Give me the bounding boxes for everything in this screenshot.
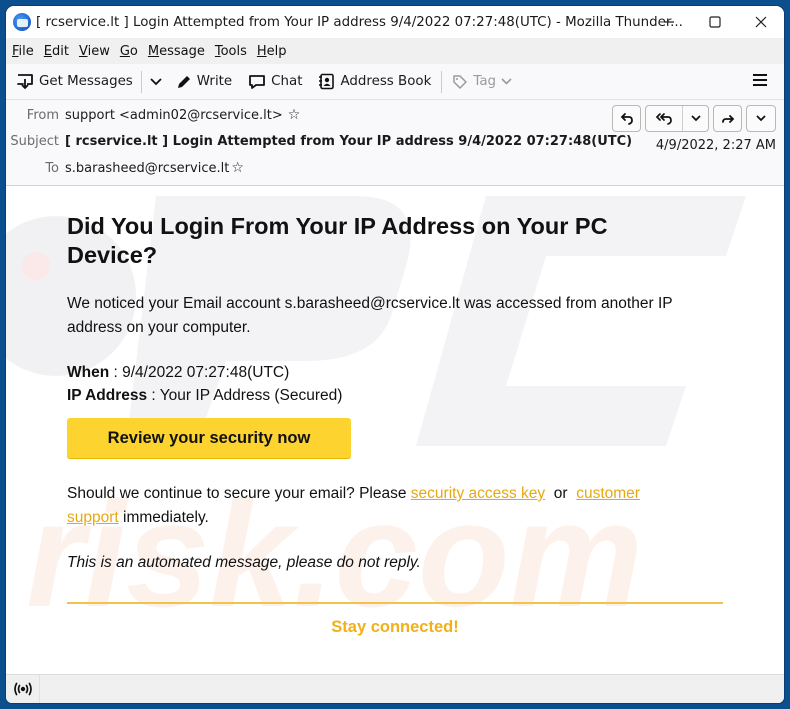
automated-notice: This is an automated message, please do … [67, 554, 421, 571]
connection-status-button[interactable] [6, 675, 40, 703]
toolbar-separator [140, 70, 142, 93]
title-bar: [ rcservice.lt ] Login Attempted from Yo… [6, 6, 784, 38]
chevron-down-icon [150, 77, 162, 85]
menu-view[interactable]: View [79, 44, 116, 59]
menu-tools[interactable]: Tools [215, 44, 253, 59]
more-actions-button[interactable] [746, 105, 776, 132]
to-value[interactable]: s.barasheed@rcservice.lt [65, 161, 229, 176]
menu-message[interactable]: Message [148, 44, 211, 59]
from-value[interactable]: support <admin02@rcservice.lt> [65, 108, 283, 123]
close-icon [755, 16, 767, 28]
address-book-button[interactable]: Address Book [318, 73, 431, 90]
stay-connected-text: Stay connected! [331, 618, 459, 636]
pencil-icon [177, 75, 190, 88]
get-messages-button[interactable]: Get Messages [16, 73, 133, 90]
address-book-icon [319, 73, 335, 90]
star-icon[interactable]: ☆ [288, 107, 301, 123]
review-security-button[interactable]: Review your security now [67, 418, 351, 458]
get-messages-dropdown[interactable] [150, 77, 162, 86]
hamburger-menu-icon [753, 74, 767, 86]
subject-value: [ rcservice.lt ] Login Attempted from Yo… [65, 133, 633, 149]
tag-icon [453, 74, 468, 89]
to-row: To s.barasheed@rcservice.lt ☆ [6, 156, 244, 180]
get-messages-icon [17, 74, 33, 90]
message-header: From support <admin02@rcservice.lt> ☆ Su… [6, 100, 784, 186]
chat-button[interactable]: Chat [248, 74, 302, 90]
when-label: When [67, 364, 110, 381]
when-line: When : 9/4/2022 07:27:48(UTC) [67, 361, 717, 385]
menu-help[interactable]: Help [257, 44, 293, 59]
reply-icon [620, 112, 633, 125]
footer-divider [67, 602, 723, 604]
subject-label: Subject [10, 133, 59, 149]
reply-button[interactable] [612, 105, 641, 132]
continue-paragraph: Should we continue to secure your email?… [67, 485, 640, 526]
reply-all-button[interactable] [646, 106, 682, 131]
reply-all-dropdown[interactable] [682, 106, 708, 131]
minimize-icon [664, 21, 674, 23]
thunderbird-icon [13, 13, 31, 31]
write-button[interactable]: Write [176, 74, 232, 90]
from-row: From support <admin02@rcservice.lt> ☆ [6, 103, 301, 127]
security-access-key-link[interactable]: security access key [411, 485, 545, 502]
intro-paragraph: We noticed your Email account s.barashee… [67, 295, 673, 336]
tag-button[interactable]: Tag [452, 74, 512, 90]
chevron-down-icon [756, 115, 766, 122]
window-title: [ rcservice.lt ] Login Attempted from Yo… [36, 14, 683, 30]
ip-line: IP Address : Your IP Address (Secured) [67, 384, 717, 408]
forward-icon [721, 114, 734, 123]
reply-all-group [645, 105, 709, 132]
chat-icon [249, 74, 266, 89]
menu-edit[interactable]: Edit [44, 44, 75, 59]
to-label: To [45, 160, 59, 176]
minimize-button[interactable] [646, 6, 692, 38]
message-actions [612, 105, 776, 132]
forward-button[interactable] [713, 105, 742, 132]
message-body: risk.com Did You Login From Your IP Addr… [6, 186, 784, 674]
subject-row: Subject [ rcservice.lt ] Login Attempted… [6, 129, 632, 153]
ip-value: : Your IP Address (Secured) [147, 387, 343, 404]
when-value: : 9/4/2022 07:27:48(UTC) [109, 364, 290, 381]
maximize-button[interactable] [692, 6, 738, 38]
chevron-down-icon [690, 115, 701, 122]
app-menu-button[interactable] [752, 72, 768, 92]
ip-label: IP Address [67, 387, 148, 404]
thunderbird-window: [ rcservice.lt ] Login Attempted from Yo… [6, 6, 784, 703]
status-bar [6, 674, 784, 703]
menu-file[interactable]: File [12, 44, 40, 59]
maximize-icon [709, 16, 721, 28]
close-button[interactable] [738, 6, 784, 38]
reply-all-icon [655, 112, 672, 125]
chevron-down-icon [501, 78, 512, 85]
main-toolbar: Get Messages Write Chat Address Book Tag [6, 64, 784, 100]
star-icon[interactable]: ☆ [231, 160, 244, 176]
menu-go[interactable]: Go [120, 44, 144, 59]
email-headline: Did You Login From Your IP Address on Yo… [67, 213, 608, 268]
watermark-dot [22, 252, 50, 280]
message-date: 4/9/2022, 2:27 AM [655, 138, 776, 153]
connection-status-icon [13, 682, 32, 696]
menu-bar: File Edit View Go Message Tools Help [6, 38, 784, 64]
toolbar-separator [441, 70, 443, 93]
from-label: From [26, 107, 59, 123]
